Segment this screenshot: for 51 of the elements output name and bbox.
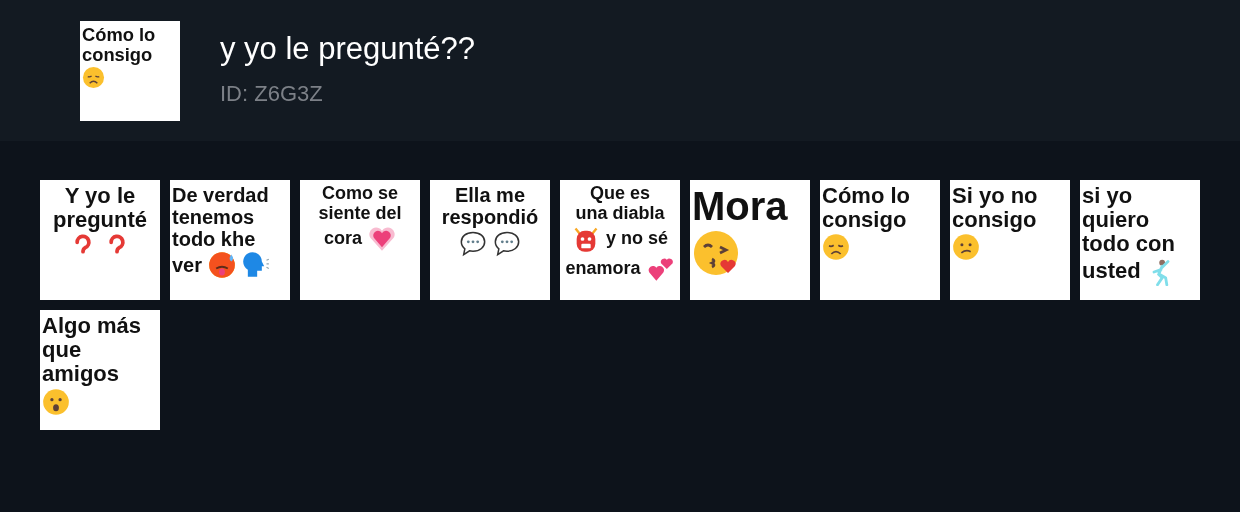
- sticker[interactable]: Que es una diabla y no sé enamora: [560, 180, 680, 300]
- sticker-text: consigo: [822, 208, 907, 233]
- sticker-text: Mora: [692, 184, 788, 228]
- sticker-text: todo con: [1082, 232, 1175, 257]
- confused-face-icon: [952, 233, 980, 262]
- sticker-text: respondió: [441, 206, 539, 228]
- sticker-text: usted: [1082, 259, 1141, 284]
- speech-bubble-icon: [459, 229, 487, 257]
- sticker-text: consigo: [82, 44, 153, 65]
- pack-id: ID: Z6G3Z: [220, 80, 324, 107]
- sticker-text: Y yo le: [64, 184, 136, 209]
- sticker-text: si yo: [1082, 184, 1133, 209]
- sticker-text: Como se: [322, 184, 398, 204]
- sticker-text: consigo: [952, 208, 1037, 233]
- sticker[interactable]: si yo quiero todo con usted: [1080, 180, 1200, 300]
- sticker-text: cora: [324, 228, 362, 249]
- sticker-text: tenemos: [172, 206, 255, 228]
- sticker-text: pregunté: [52, 208, 148, 233]
- sticker-text: Cómo lo: [82, 24, 156, 45]
- sticker-text: Cómo lo: [822, 184, 910, 209]
- sticker[interactable]: Mora: [690, 180, 810, 300]
- sad-face-icon: [822, 233, 850, 262]
- sticker-text: Que es: [590, 184, 650, 204]
- sticker-text: y no sé: [606, 228, 668, 249]
- sticker-text: todo khe: [172, 228, 256, 250]
- sticker-text: Si yo no: [952, 184, 1038, 209]
- sticker-text: quiero: [1082, 208, 1150, 233]
- sticker[interactable]: Si yo no consigo: [950, 180, 1070, 300]
- sticker-text: enamora: [565, 258, 641, 279]
- sticker-text: ver: [172, 254, 203, 276]
- sticker[interactable]: Ella me respondió: [430, 180, 550, 300]
- sticker[interactable]: Como se siente del cora: [300, 180, 420, 300]
- sticker[interactable]: De verdad tenemos todo khe ver: [170, 180, 290, 300]
- sticker-text: que: [42, 338, 82, 363]
- sticker[interactable]: Algo más que amigos: [40, 310, 160, 430]
- sticker-text: De verdad: [172, 184, 269, 206]
- sticker-text: Ella me: [454, 184, 525, 206]
- hot-face-icon: [208, 251, 237, 279]
- sticker[interactable]: Cómo lo consigo: [80, 20, 180, 121]
- sticker-text: amigos: [42, 362, 120, 387]
- pack-title: y yo le pregunté??: [220, 30, 476, 67]
- speech-bubble-icon: [493, 229, 521, 257]
- sticker[interactable]: Cómo lo consigo: [820, 180, 940, 300]
- sticker-text: siente del: [318, 203, 402, 224]
- sticker[interactable]: Y yo le pregunté: [40, 180, 160, 300]
- speaking-head-icon: [242, 251, 271, 279]
- sticker-text: Algo más: [42, 314, 142, 339]
- sad-face-icon: [82, 65, 105, 89]
- surprised-face-icon: [42, 387, 70, 416]
- kissing-face-icon: [692, 229, 740, 277]
- sticker-text: una diabla: [575, 203, 665, 224]
